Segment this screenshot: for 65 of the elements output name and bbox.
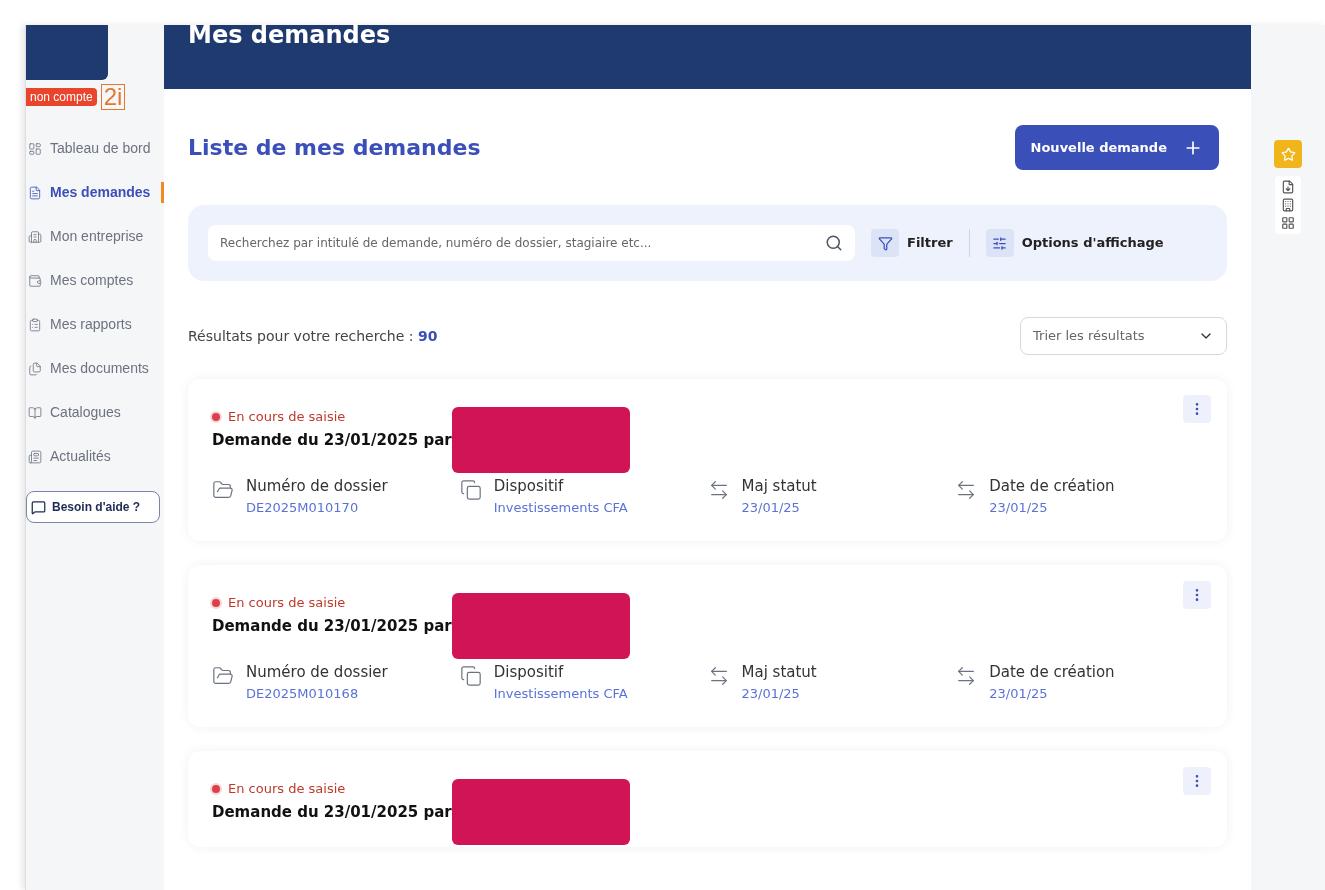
folder-icon (212, 665, 234, 687)
chat-icon (31, 499, 46, 515)
field-value: Investissements CFA (493, 684, 628, 703)
favorite-button[interactable] (1274, 140, 1302, 168)
logo-badge: non compte (26, 88, 97, 106)
status-label: En cours de saisie (228, 594, 346, 612)
newspaper-icon (28, 449, 42, 464)
search-field[interactable]: Recherchez par intitulé de demande, numéro de dossier, stagiaire etc... (208, 225, 855, 261)
field-value: 23/01/25 (741, 498, 801, 517)
field-value: Investissements CFA (493, 498, 628, 517)
field-value: 23/01/25 (989, 684, 1049, 703)
status-label: En cours de saisie (228, 780, 346, 798)
field-value: 23/01/25 (741, 684, 801, 703)
sliders-icon (992, 235, 1008, 251)
building-icon[interactable] (1281, 198, 1295, 212)
clipboard-icon (28, 317, 42, 332)
copy-icon (459, 665, 482, 687)
sort-dropdown[interactable]: Trier les résultats (1020, 317, 1227, 355)
file-icon (28, 185, 42, 200)
field-label: Date de création (989, 662, 1115, 683)
results-count: Résultats pour votre recherche : 90 (188, 326, 438, 346)
copy-icon (459, 479, 482, 501)
field-label: Maj statut (741, 476, 817, 497)
logo-mark: 2i (100, 84, 126, 110)
star-icon (1280, 146, 1296, 162)
more-button[interactable] (1183, 767, 1211, 795)
field-value: 23/01/25 (989, 498, 1049, 517)
field-label: Dispositif (493, 662, 565, 683)
building-icon (28, 229, 42, 244)
status-label: En cours de saisie (228, 408, 346, 426)
field-label: Numéro de dossier (246, 662, 388, 683)
sidebar-item[interactable]: Catalogues (50, 402, 121, 423)
dashboard-icon (28, 141, 42, 156)
sidebar-item[interactable]: Mes documents (50, 358, 149, 379)
display-options-button[interactable]: Options d'affichage (985, 229, 1164, 257)
wallet-icon (28, 273, 42, 288)
header-title: Mes demandes (188, 20, 391, 51)
field-value: DE2025M010170 (246, 498, 360, 517)
field-label: Numéro de dossier (246, 476, 388, 497)
sidebar-item[interactable]: Actualités (50, 446, 111, 467)
folder-icon (212, 479, 234, 501)
filter-button[interactable]: Filtrer (871, 229, 970, 257)
search-icon (825, 234, 843, 252)
more-button[interactable] (1183, 395, 1211, 423)
field-label: Maj statut (741, 662, 817, 683)
request-title: Demande du 23/01/2025 par (212, 801, 452, 823)
request-title: Demande du 23/01/2025 par (212, 429, 452, 451)
sidebar-item[interactable]: Mon entreprise (50, 226, 144, 247)
field-label: Date de création (989, 476, 1115, 497)
files-icon (28, 361, 42, 376)
field-value: DE2025M010168 (246, 684, 360, 703)
book-icon (28, 405, 42, 420)
request-title: Demande du 23/01/2025 par (212, 615, 452, 637)
more-button[interactable] (1183, 581, 1211, 609)
new-request-button[interactable]: Nouvelle demande (1014, 125, 1219, 170)
sidebar-item[interactable]: Mes demandes (50, 182, 151, 203)
help-button[interactable]: Besoin d'aide ? (26, 491, 160, 523)
sidebar-item[interactable]: Tableau de bord (50, 138, 151, 159)
page-title: Liste de mes demandes (188, 134, 481, 162)
sidebar-item[interactable]: Mes comptes (50, 270, 134, 291)
grid-icon[interactable] (1281, 216, 1295, 230)
sidebar-item[interactable]: Mes rapports (50, 314, 132, 335)
filter-icon (877, 235, 893, 251)
download-file-icon[interactable] (1281, 180, 1295, 194)
field-label: Dispositif (493, 476, 565, 497)
